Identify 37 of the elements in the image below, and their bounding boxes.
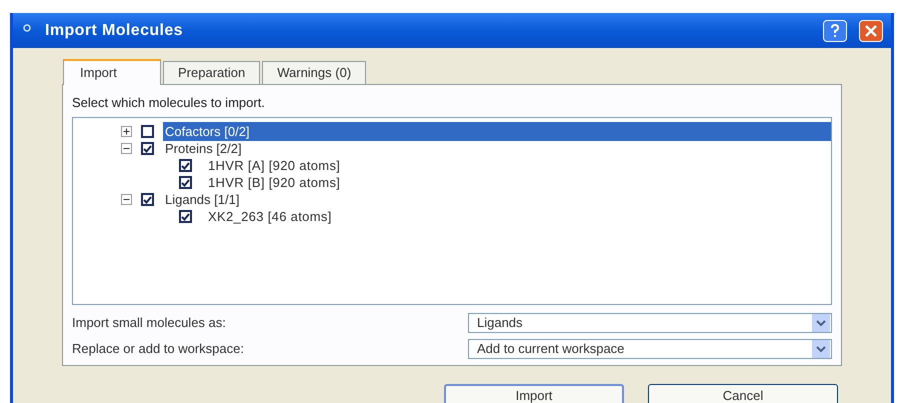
close-icon [865,24,877,36]
help-button[interactable] [823,20,847,42]
chevron-down-icon [812,314,830,332]
tree-item[interactable]: Ligands [1/1] [163,190,242,210]
checkbox[interactable] [141,142,154,155]
chevron-down-icon [812,340,830,358]
expand-icon[interactable] [121,126,132,137]
checkbox[interactable] [179,176,192,189]
checkbox[interactable] [179,159,192,172]
tab[interactable]: Preparation [163,61,260,84]
checkbox[interactable] [179,210,192,223]
collapse-icon[interactable] [121,143,132,154]
dropdown[interactable]: Ligands [468,313,832,333]
checkbox[interactable] [141,125,154,138]
tree-item[interactable]: Proteins [2/2] [163,138,244,158]
option-label: Import small molecules as: [72,314,227,332]
dialog-button[interactable]: Cancel [648,384,838,403]
tree-item[interactable]: 1HVR [B] [920 atoms] [206,172,342,192]
checkmark-icon [181,212,190,220]
tree-item[interactable]: XK2_263 [46 atoms] [206,206,334,226]
dropdown-value: Add to current workspace [476,340,626,358]
tab[interactable]: Import [63,59,161,85]
tab[interactable]: Warnings (0) [262,61,366,84]
dropdown-value: Ligands [476,314,524,332]
checkmark-icon [143,196,152,204]
dropdown[interactable]: Add to current workspace [468,339,832,359]
collapse-icon[interactable] [121,194,132,205]
tree-item[interactable]: 1HVR [A] [920 atoms] [206,156,342,176]
instruction-text: Select which molecules to import. [72,95,266,111]
checkmark-icon [143,144,152,152]
help-icon [830,24,840,38]
close-button[interactable] [859,20,883,42]
window-title: Import Molecules [45,20,184,40]
tree-item[interactable]: Cofactors [0/2] [163,122,831,142]
checkbox[interactable] [141,193,154,206]
dialog-button[interactable]: Import [444,384,624,403]
option-label: Replace or add to workspace: [72,340,245,358]
